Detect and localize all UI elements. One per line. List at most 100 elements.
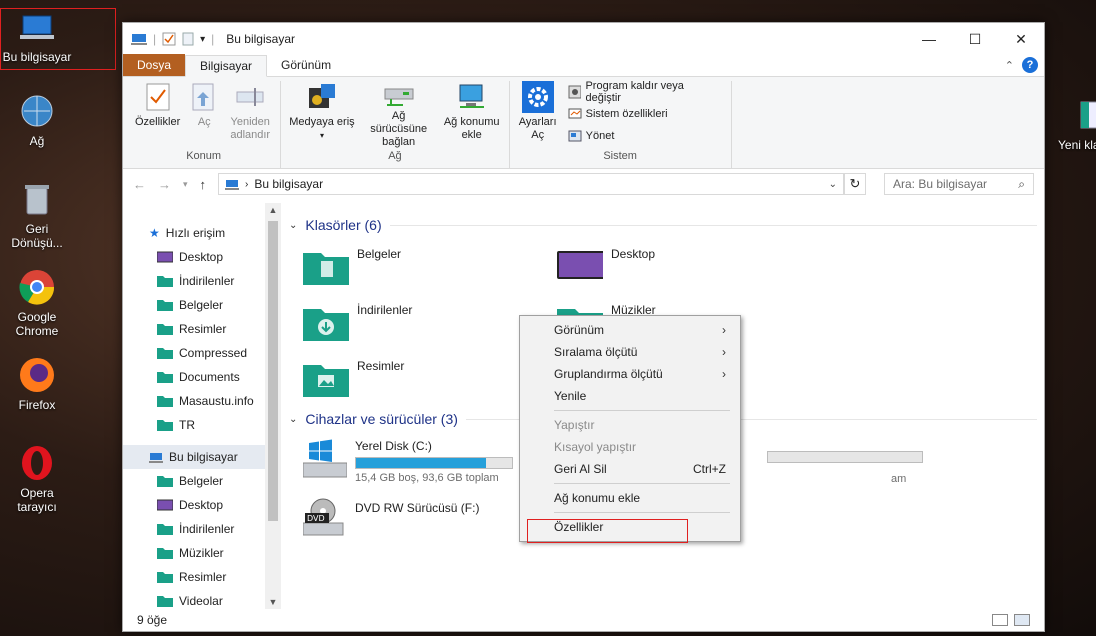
sidebar-item[interactable]: Documents xyxy=(123,365,281,389)
sidebar-scrollbar[interactable]: ▲ ▼ xyxy=(265,203,281,609)
sidebar-item-this-pc[interactable]: Bu bilgisayar xyxy=(123,445,281,469)
sidebar-item[interactable]: Desktop xyxy=(123,493,281,517)
up-arrow-icon[interactable]: ↑ xyxy=(200,177,207,192)
desktop-icon-this-pc[interactable]: Bu bilgisayar xyxy=(0,8,74,64)
properties-button[interactable]: Özellikler xyxy=(131,81,184,147)
sidebar-item-label: Resimler xyxy=(179,322,227,336)
close-button[interactable]: ✕ xyxy=(998,23,1044,55)
dropdown-arrow-icon: ▾ xyxy=(319,131,324,140)
maximize-button[interactable]: ☐ xyxy=(952,23,998,55)
group-ag: Medyaya eriş ▾ Ağ sürücüsüne bağlan Ağ ko… xyxy=(281,81,510,168)
open-settings-button[interactable]: Ayarları Aç xyxy=(514,81,562,147)
rename-button[interactable]: Yeniden adlandır xyxy=(224,81,276,147)
scrollbar-thumb[interactable] xyxy=(268,221,278,521)
sidebar-item-label: Desktop xyxy=(179,250,224,264)
help-icon[interactable]: ? xyxy=(1022,57,1038,73)
scroll-up-icon[interactable]: ▲ xyxy=(265,205,281,215)
sidebar-item-label: Documents xyxy=(179,370,240,384)
open-icon xyxy=(188,81,220,113)
network-drive-icon xyxy=(383,81,415,107)
menu-item-sort-by[interactable]: Sıralama ölçütü › xyxy=(520,341,740,363)
item-count: 9 öğe xyxy=(137,613,168,627)
manage-button[interactable]: Yönet xyxy=(568,127,721,145)
folder-item[interactable]: Desktop xyxy=(557,247,655,285)
menu-item-view[interactable]: Görünüm › xyxy=(520,319,740,341)
desktop-icon-chrome[interactable]: Google Chrome xyxy=(0,268,74,338)
tab-file[interactable]: Dosya xyxy=(123,54,186,76)
ribbon: Özellikler Aç Yeniden adlandır Konum Med… xyxy=(123,77,1044,169)
drive-free-space: 15,4 GB boş, 93,6 GB toplam xyxy=(355,472,499,484)
back-arrow-icon[interactable]: ← xyxy=(133,177,146,192)
minimize-button[interactable]: — xyxy=(906,23,952,55)
folder-icon xyxy=(157,276,173,287)
details-view-icon[interactable] xyxy=(992,614,1008,626)
folders-section-header[interactable]: ⌄ Klasörler (6) xyxy=(289,217,1037,233)
address-bar[interactable]: › Bu bilgisayar ⌄ xyxy=(218,173,844,195)
separator: | xyxy=(211,32,215,46)
window-title: Bu bilgisayar xyxy=(226,32,295,46)
media-access-button[interactable]: Medyaya eriş ▾ xyxy=(285,81,358,147)
group-label: Ağ xyxy=(388,150,402,162)
media-label: Medyaya eriş xyxy=(289,116,355,128)
desktop-label: Geri Dönüşü... xyxy=(11,222,63,250)
desktop-icon-firefox[interactable]: Firefox xyxy=(0,356,74,412)
desktop-folder-icon xyxy=(157,251,173,263)
breadcrumb-chevron-icon[interactable]: › xyxy=(245,179,248,190)
sidebar-item[interactable]: Compressed xyxy=(123,341,281,365)
system-properties-icon xyxy=(568,108,582,119)
collapse-ribbon-icon[interactable]: ⌃ xyxy=(1005,59,1014,72)
drive-c[interactable]: Yerel Disk (C:) 15,4 GB boş, 93,6 GB top… xyxy=(303,439,513,484)
section-title: Klasörler (6) xyxy=(305,217,382,233)
uninstall-program-button[interactable]: Program kaldır veya değiştir xyxy=(568,80,721,104)
large-icons-view-icon[interactable] xyxy=(1014,614,1030,626)
breadcrumb[interactable]: Bu bilgisayar xyxy=(254,177,323,191)
desktop-icon-recycle-bin[interactable]: Geri Dönüşü... xyxy=(0,180,74,250)
add-network-location-button[interactable]: Ağ konumu ekle xyxy=(439,81,505,147)
new-folder-icon[interactable] xyxy=(182,32,194,46)
sidebar-item[interactable]: Resimler xyxy=(123,565,281,589)
properties-check-icon[interactable] xyxy=(162,32,176,46)
recent-dropdown-icon[interactable]: ▾ xyxy=(183,179,188,190)
collapse-chevron-icon[interactable]: ⌄ xyxy=(289,414,297,425)
sidebar-item-label: Hızlı erişim xyxy=(165,226,226,240)
menu-item-add-network-location[interactable]: Ağ konumu ekle xyxy=(520,487,740,509)
scroll-down-icon[interactable]: ▼ xyxy=(265,597,281,607)
sidebar-item[interactable]: TR xyxy=(123,413,281,437)
refresh-button[interactable]: ↻ xyxy=(844,173,866,195)
search-input[interactable]: Ara: Bu bilgisayar ⌕ xyxy=(884,173,1034,195)
sidebar-item[interactable]: Belgeler xyxy=(123,469,281,493)
sidebar-item-quick-access[interactable]: ★ Hızlı erişim xyxy=(123,221,281,245)
section-title: Cihazlar ve sürücüler (3) xyxy=(305,411,458,427)
forward-arrow-icon[interactable]: → xyxy=(158,177,171,192)
desktop-icon-network[interactable]: Ağ xyxy=(0,92,74,148)
system-properties-button[interactable]: Sistem özellikleri xyxy=(568,105,721,123)
map-network-drive-button[interactable]: Ağ sürücüsüne bağlan xyxy=(359,81,439,148)
customize-toolbar-icon[interactable]: ▾ xyxy=(200,34,205,45)
sidebar-item[interactable]: Resimler⊥ xyxy=(123,317,281,341)
sidebar-item[interactable]: İndirilenler⊥ xyxy=(123,269,281,293)
menu-item-group-by[interactable]: Gruplandırma ölçütü › xyxy=(520,363,740,385)
sidebar-item[interactable]: Müzikler xyxy=(123,541,281,565)
sidebar-item[interactable]: Belgeler⊥ xyxy=(123,293,281,317)
menu-item-label: Yenile xyxy=(554,389,587,403)
sidebar-item-label: Videolar xyxy=(179,594,223,608)
tab-view[interactable]: Görünüm xyxy=(267,54,345,76)
folder-item[interactable]: İndirilenler xyxy=(303,303,412,341)
open-button[interactable]: Aç xyxy=(184,81,224,147)
submenu-arrow-icon: › xyxy=(722,345,726,359)
menu-item-refresh[interactable]: Yenile xyxy=(520,385,740,407)
star-icon: ★ xyxy=(149,226,160,240)
desktop-icon-opera[interactable]: Opera tarayıcı xyxy=(0,444,74,514)
tab-computer[interactable]: Bilgisayar xyxy=(185,55,268,77)
folder-item[interactable]: Belgeler xyxy=(303,247,401,285)
desktop-icon-new-folder[interactable]: Yeni kla xyxy=(1050,96,1096,152)
drive-f[interactable]: DVD DVD RW Sürücüsü (F:) xyxy=(303,497,479,537)
menu-item-undo-delete[interactable]: Geri Al Sil Ctrl+Z xyxy=(520,458,740,480)
address-dropdown-icon[interactable]: ⌄ xyxy=(829,179,837,190)
collapse-chevron-icon[interactable]: ⌄ xyxy=(289,220,297,231)
sidebar-item[interactable]: İndirilenler xyxy=(123,517,281,541)
sidebar-item[interactable]: Desktop⊥ xyxy=(123,245,281,269)
desktop-label: Yeni kla xyxy=(1058,138,1096,152)
folder-item[interactable]: Resimler xyxy=(303,359,404,397)
sidebar-item[interactable]: Masaustu.info xyxy=(123,389,281,413)
